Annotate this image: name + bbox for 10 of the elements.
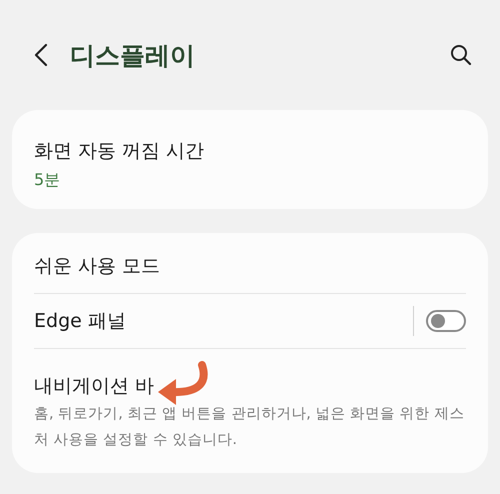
setting-value: 5분 — [34, 170, 62, 191]
setting-description: 홈, 뒤로가기, 최근 앱 버튼을 관리하거나, 넓은 화면을 위한 제스처 사용을 설정할 수 있습니다. — [34, 405, 466, 450]
setting-label[interactable]: 쉬운 사용 모드 — [34, 251, 466, 281]
toggle-switch[interactable] — [426, 310, 466, 332]
setting-label[interactable]: Edge 패널 — [34, 306, 413, 336]
search-icon[interactable] — [450, 44, 472, 66]
setting-label[interactable]: 내비게이션 바 — [34, 371, 154, 401]
setting-label[interactable]: 화면 자동 꺼짐 시간 — [34, 136, 466, 166]
back-icon[interactable] — [34, 43, 48, 67]
page-title: 디스플레이 — [70, 40, 196, 72]
